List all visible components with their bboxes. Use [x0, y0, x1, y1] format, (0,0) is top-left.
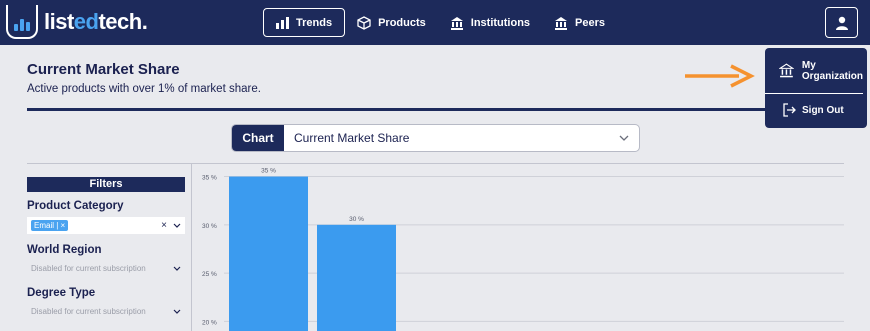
nav-institutions[interactable]: Institutions	[438, 8, 542, 37]
nav-trends-label: Trends	[296, 16, 333, 29]
cube-icon	[357, 15, 371, 30]
filters-heading: Filters	[27, 177, 185, 192]
product-category-select[interactable]: Email | × ×	[27, 217, 185, 234]
y-tick-label: 20 %	[202, 319, 217, 326]
nav-products[interactable]: Products	[345, 8, 438, 37]
sign-out-item[interactable]: Sign Out	[765, 94, 867, 126]
bank-icon	[779, 63, 794, 78]
top-nav-bar: listedtech. Trends Products Institutions…	[0, 0, 870, 45]
my-organization-label: My Organization	[801, 59, 863, 82]
y-tick-label: 35 %	[202, 175, 217, 182]
annotation-arrow-icon	[685, 64, 755, 88]
bank-icon	[450, 16, 463, 30]
bar-value-label: 30 %	[349, 216, 364, 223]
world-region-select: Disabled for current subscription	[27, 260, 185, 277]
y-tick-label: 30 %	[202, 223, 217, 230]
bar-chart-icon	[276, 16, 289, 29]
nav-products-label: Products	[378, 16, 426, 29]
chart-type-select[interactable]: Chart Current Market Share	[231, 124, 640, 152]
brand-logo[interactable]: listedtech.	[6, 5, 148, 39]
page-subtitle: Active products with over 1% of market s…	[27, 83, 261, 95]
chevron-down-icon	[609, 125, 639, 151]
my-organization-item[interactable]: My Organization	[765, 48, 863, 94]
bar-value-label: 35 %	[261, 168, 276, 175]
sign-out-icon	[783, 103, 796, 117]
nav-institutions-label: Institutions	[470, 16, 531, 29]
market-share-bar-chart: 35 % 30 % 25 % 20 % 35 % 30 %	[202, 168, 844, 331]
degree-type-select: Disabled for current subscription	[27, 303, 185, 320]
chevron-down-icon[interactable]	[173, 223, 181, 228]
y-tick-label: 25 %	[202, 271, 217, 278]
brand-name: listedtech.	[44, 9, 148, 34]
bank-icon	[555, 16, 568, 30]
nav-peers[interactable]: Peers	[542, 8, 617, 37]
heading-divider	[27, 108, 767, 111]
product-category-label: Product Category	[27, 200, 124, 212]
clear-icon[interactable]: ×	[161, 220, 167, 231]
main-nav: Trends Products Institutions Peers	[263, 8, 617, 37]
user-menu-button[interactable]	[825, 7, 858, 38]
degree-type-placeholder: Disabled for current subscription	[31, 307, 146, 316]
chart-bar[interactable]	[317, 224, 396, 331]
email-chip[interactable]: Email | ×	[31, 220, 69, 231]
world-region-label: World Region	[27, 244, 102, 256]
logo-icon	[6, 5, 38, 39]
chart-select-value: Current Market Share	[294, 131, 410, 145]
nav-peers-label: Peers	[575, 16, 606, 29]
degree-type-label: Degree Type	[27, 287, 96, 299]
chart-bar[interactable]	[229, 176, 308, 331]
world-region-placeholder: Disabled for current subscription	[31, 264, 146, 273]
chart-select-tag: Chart	[232, 125, 284, 151]
page-title: Current Market Share	[27, 61, 180, 78]
sign-out-label: Sign Out	[802, 104, 844, 116]
user-dropdown-menu: My Organization Sign Out	[765, 48, 867, 128]
user-icon	[835, 16, 848, 30]
market-share-chart: 35 % 30 % 25 % 20 % 35 % 30 %	[192, 164, 852, 331]
nav-trends[interactable]: Trends	[263, 8, 346, 37]
chevron-down-icon	[173, 309, 181, 314]
chevron-down-icon	[173, 266, 181, 271]
